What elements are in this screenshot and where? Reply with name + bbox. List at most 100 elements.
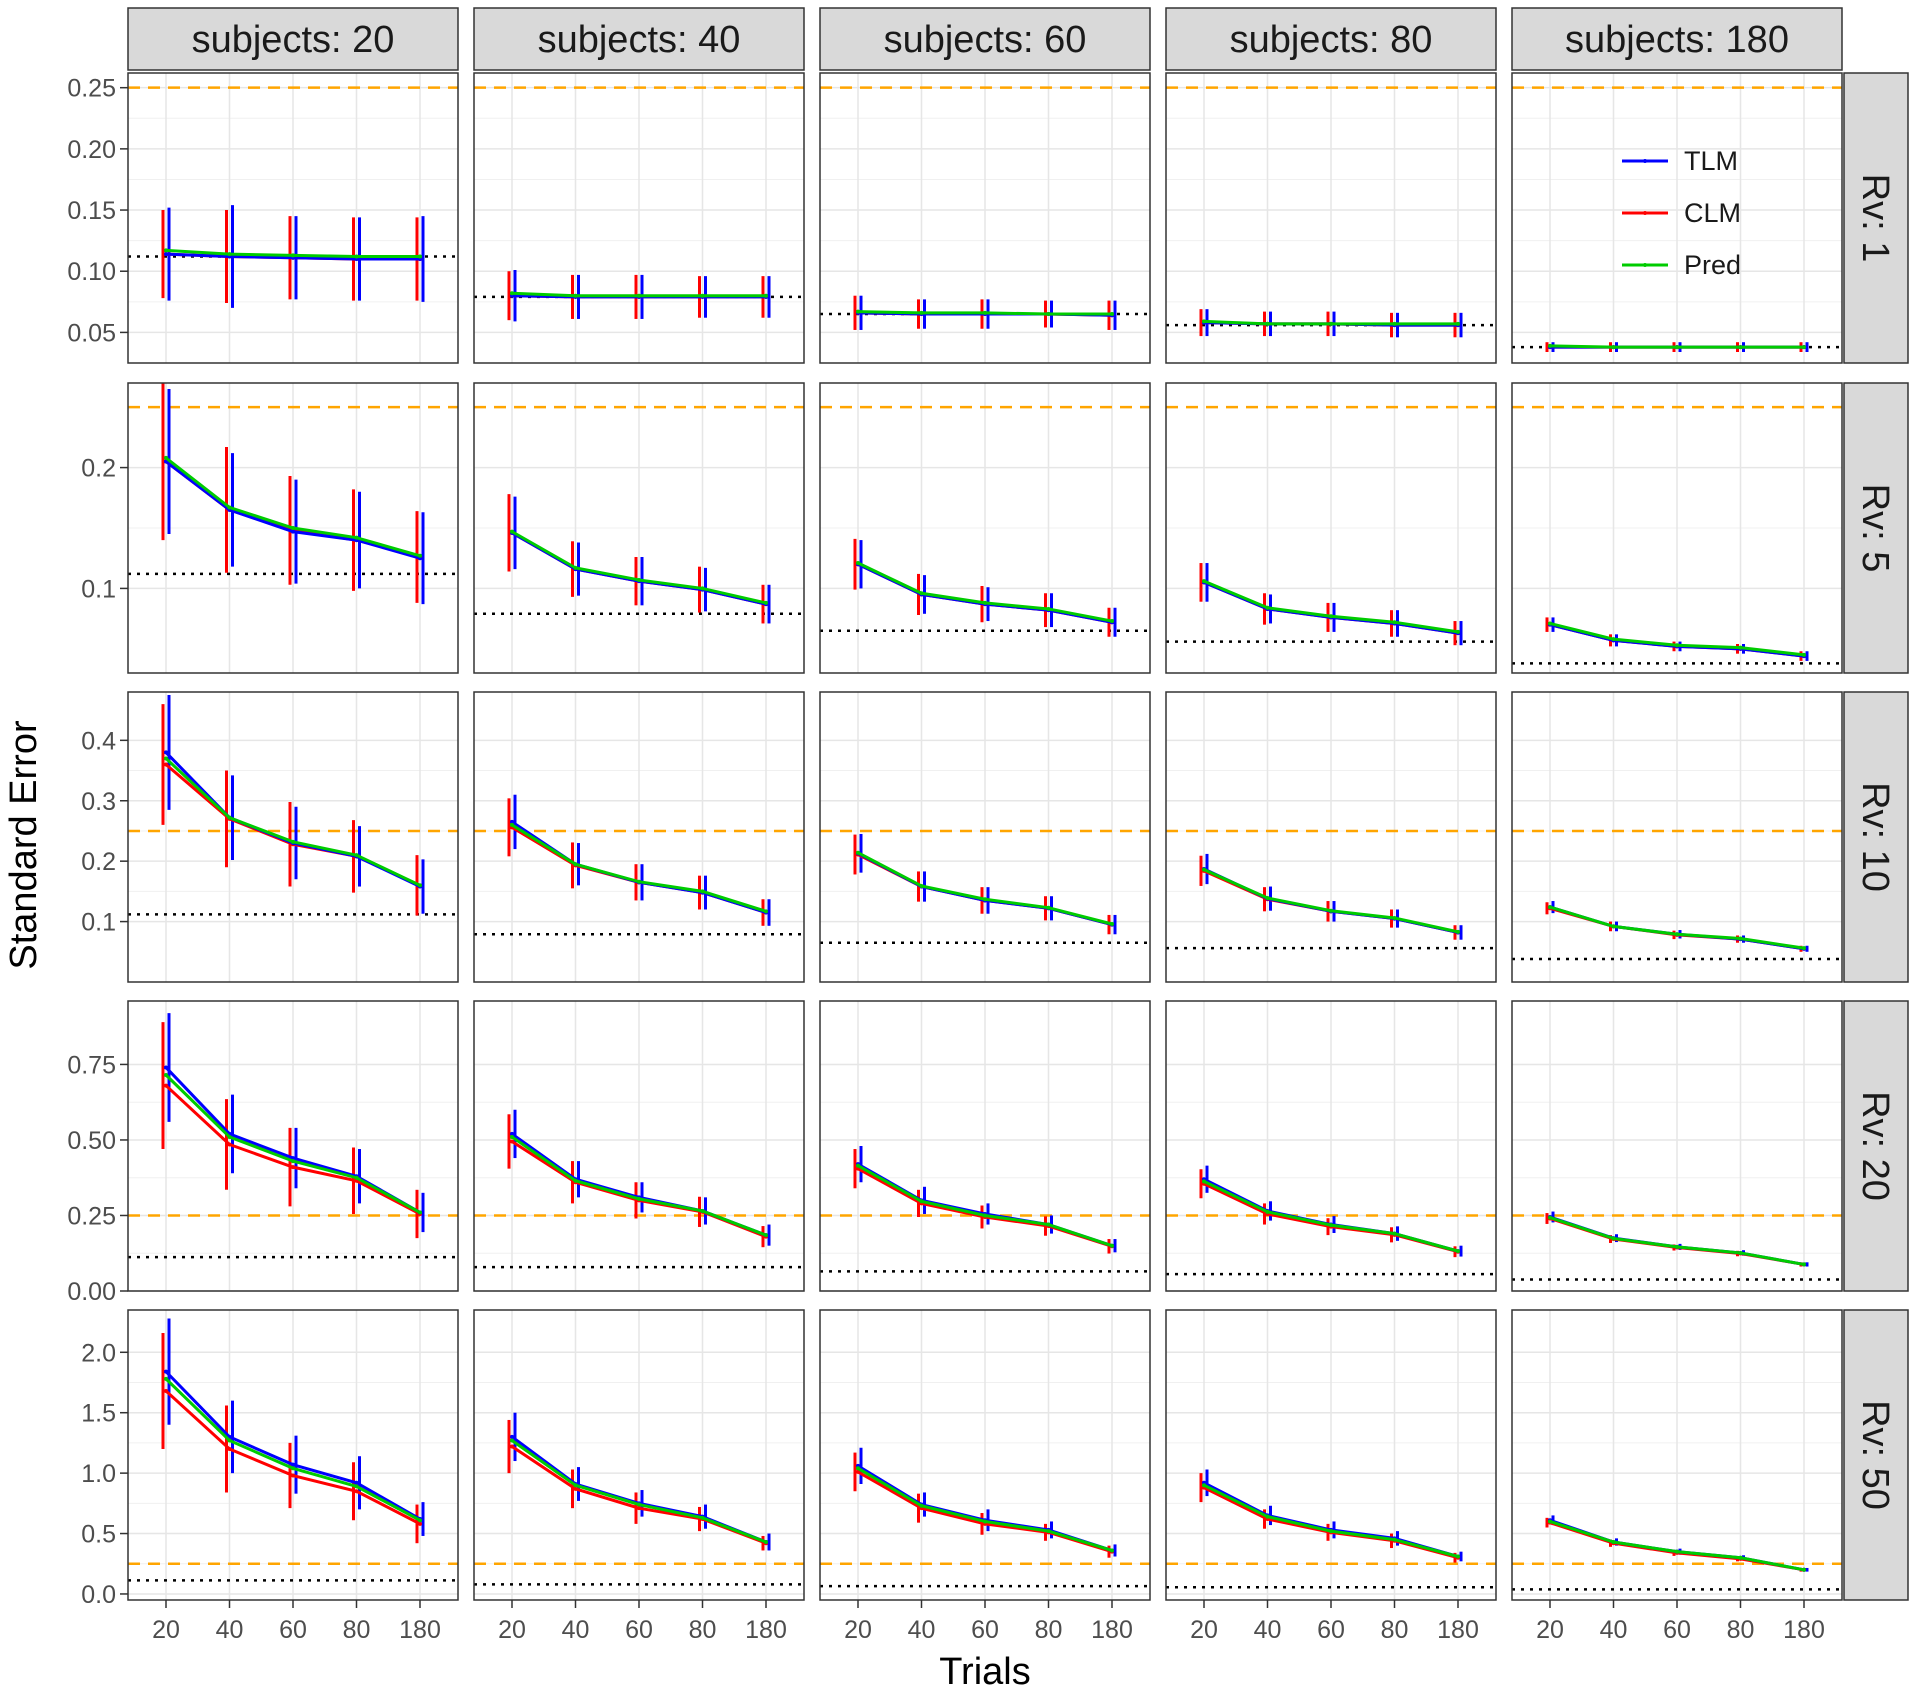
series-point-pred <box>227 505 232 510</box>
series-point-clm <box>354 1489 359 1494</box>
series-point-pred <box>227 1134 232 1139</box>
facet-strip-row-label: Rv: 10 <box>1854 782 1896 892</box>
series-point-pred <box>1202 319 1206 324</box>
series-point-pred <box>354 254 359 259</box>
y-tick-label: 1.5 <box>81 1400 116 1428</box>
x-tick-label: 180 <box>399 1616 441 1644</box>
series-point-pred <box>418 1518 422 1523</box>
series-point-pred <box>1456 629 1460 634</box>
x-tick-label: 80 <box>1035 1616 1063 1644</box>
series-point-pred <box>1802 1567 1806 1572</box>
series-point-clm <box>164 1083 168 1088</box>
y-tick-label: 0.5 <box>81 1521 116 1549</box>
series-point-pred <box>1802 652 1806 657</box>
series-point-pred <box>510 529 514 534</box>
x-tick-label: 60 <box>279 1616 307 1644</box>
series-point-pred <box>227 252 232 257</box>
x-tick-label: 180 <box>1091 1616 1133 1644</box>
y-tick-label: 1.0 <box>81 1460 116 1488</box>
series-point-pred <box>1611 1540 1616 1544</box>
series-point-pred <box>1392 1231 1397 1236</box>
series-point-tlm <box>291 529 295 534</box>
legend-label: CLM <box>1684 198 1741 228</box>
series-point-pred <box>573 1483 578 1488</box>
series-point-pred <box>919 1503 924 1508</box>
series-point-clm <box>418 1521 422 1526</box>
series-point-pred <box>1329 1223 1333 1228</box>
series-point-pred <box>1265 1209 1270 1214</box>
series-point-pred <box>700 889 705 894</box>
series-point-clm <box>291 1165 295 1170</box>
series-point-tlm <box>510 1434 514 1439</box>
series-point-pred <box>1202 1179 1206 1184</box>
series-point-pred <box>573 862 578 867</box>
series-point-clm <box>227 1446 232 1451</box>
series-point-pred <box>764 600 768 605</box>
chart-svg: subjects: 20 subjects: 40 subjects: 60 subj… <box>3 7 1909 1693</box>
x-tick-label: 60 <box>971 1616 999 1644</box>
series-point-clm <box>510 1139 514 1144</box>
x-tick-label: 80 <box>689 1616 717 1644</box>
series-point-pred <box>291 526 295 530</box>
series-point-pred <box>164 1073 168 1078</box>
series-point-pred <box>1548 343 1552 348</box>
series-point-pred <box>418 254 422 259</box>
series-point-pred <box>919 883 924 888</box>
series-point-pred <box>1265 1514 1270 1519</box>
x-tick-label: 40 <box>1600 1616 1628 1644</box>
series-point-pred <box>354 1484 359 1489</box>
series-point-pred <box>764 909 768 914</box>
series-point-pred <box>983 600 987 605</box>
series-point-pred <box>1202 579 1206 584</box>
series-point-clm <box>164 1388 168 1393</box>
series-point-pred <box>1611 637 1616 642</box>
y-tick-label: 0.1 <box>81 575 116 603</box>
faceted-line-chart: subjects: 20 subjects: 40 subjects: 60 subj… <box>0 0 1913 1693</box>
series-point-pred <box>1738 645 1743 650</box>
series-point-tlm <box>164 750 168 755</box>
series-point-pred <box>637 879 641 884</box>
series-point-pred <box>1392 321 1397 326</box>
series-point-pred <box>1738 1250 1743 1255</box>
facet-strip-column-label: subjects: 20 <box>192 19 395 61</box>
series-point-pred <box>1548 1215 1552 1220</box>
series-point-pred <box>510 1438 514 1443</box>
x-tick-label: 20 <box>498 1616 526 1644</box>
series-point-pred <box>291 839 295 844</box>
series-point-pred <box>1675 1244 1679 1249</box>
series-point-pred <box>1329 321 1333 326</box>
series-point-tlm <box>354 1480 359 1485</box>
series-point-pred <box>1110 922 1114 926</box>
series-point-clm <box>291 1473 295 1478</box>
x-tick-label: 60 <box>1663 1616 1691 1644</box>
x-tick-label: 80 <box>1381 1616 1409 1644</box>
series-point-pred <box>164 1376 168 1381</box>
series-point-pred <box>1456 929 1460 934</box>
series-point-pred <box>1456 1249 1460 1254</box>
series-point-pred <box>983 1519 987 1524</box>
series-point-clm <box>164 762 168 767</box>
series-point-pred <box>1611 1236 1616 1241</box>
series-point-tlm <box>164 252 168 257</box>
series-point-pred <box>1265 605 1270 610</box>
series-point-pred <box>1392 620 1397 625</box>
series-point-pred <box>1046 1529 1051 1534</box>
facet-strip-row-label: Rv: 20 <box>1854 1091 1896 1201</box>
y-axis-title: Standard Error <box>3 720 45 970</box>
series-point-pred <box>1548 1519 1552 1524</box>
series-point-pred <box>510 291 514 296</box>
series-point-pred <box>856 561 860 566</box>
series-point-tlm <box>164 1369 168 1374</box>
y-tick-label: 0.75 <box>67 1051 116 1079</box>
series-point-pred <box>573 1178 578 1183</box>
series-point-pred <box>1456 1554 1460 1559</box>
series-point-pred <box>1611 924 1616 929</box>
x-tick-label: 40 <box>562 1616 590 1644</box>
legend-label: Pred <box>1684 250 1741 280</box>
series-point-pred <box>1456 321 1460 326</box>
series-point-pred <box>1329 908 1333 913</box>
series-point-pred <box>1202 867 1206 872</box>
facet-strip-row-label: Rv: 50 <box>1854 1400 1896 1510</box>
x-tick-label: 20 <box>844 1616 872 1644</box>
series-point-pred <box>1611 345 1616 350</box>
